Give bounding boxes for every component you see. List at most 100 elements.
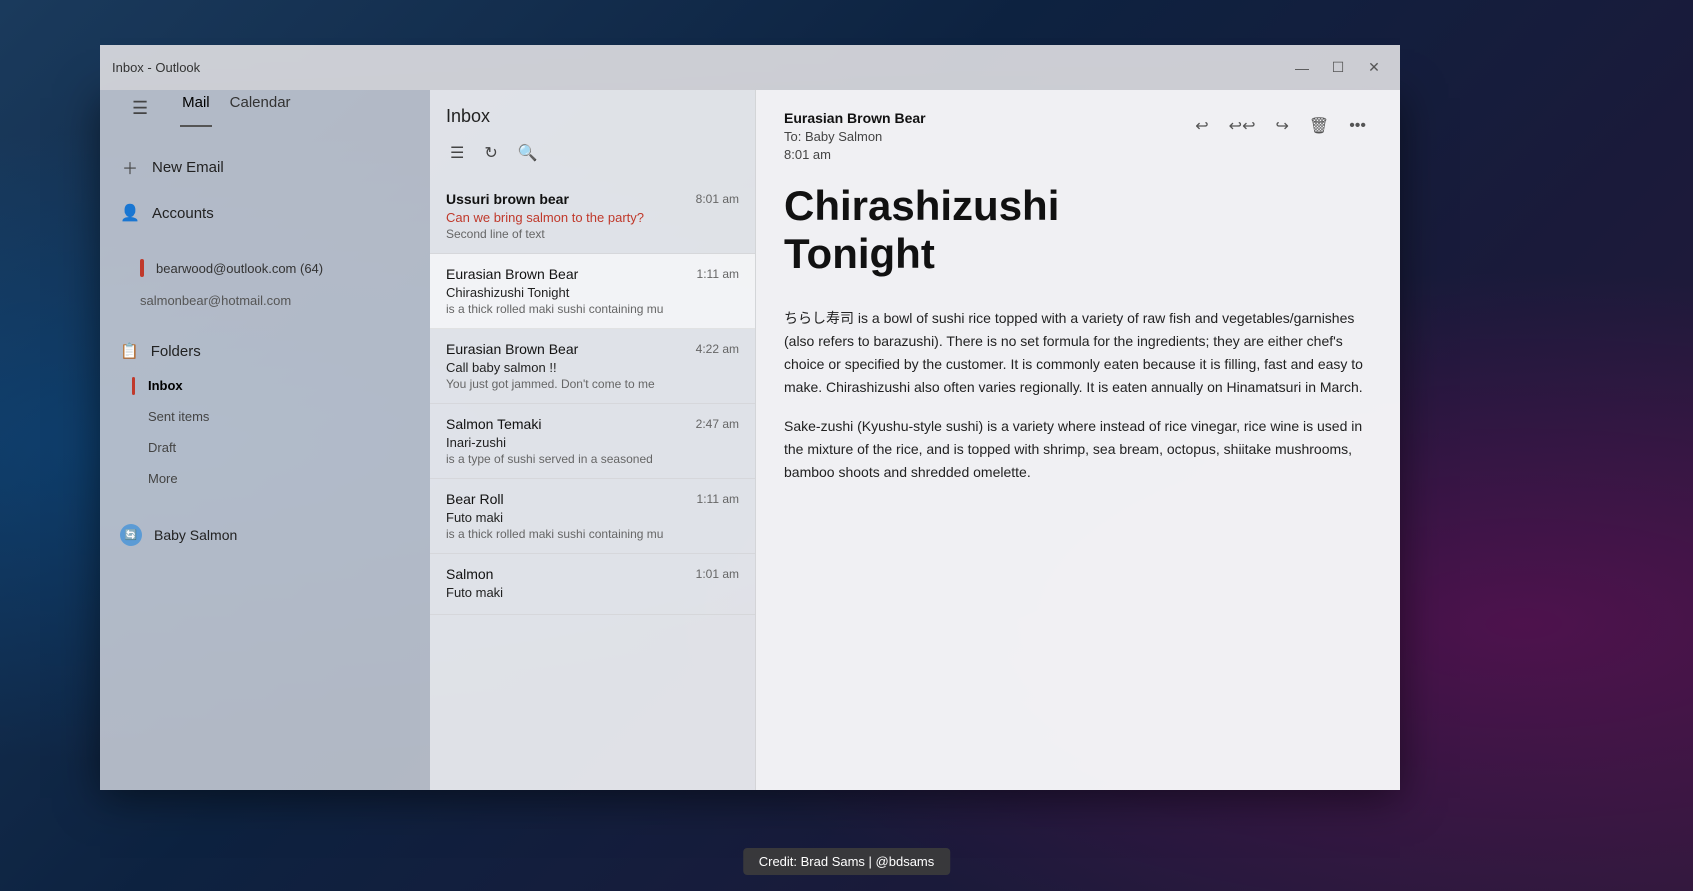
- email-item-header: Eurasian Brown Bear 4:22 am: [446, 341, 739, 357]
- email-item-header: Bear Roll 1:11 am: [446, 491, 739, 507]
- search-button[interactable]: 🔍: [514, 139, 542, 167]
- inbox-header: Inbox: [430, 90, 755, 135]
- email-time: 1:11 am: [697, 267, 739, 281]
- email-item[interactable]: Ussuri brown bear 8:01 am Can we bring s…: [430, 179, 755, 254]
- email-preview: You just got jammed. Don't come to me: [446, 377, 739, 391]
- folder-inbox-label: Inbox: [148, 378, 183, 393]
- email-sender: Eurasian Brown Bear: [446, 341, 578, 357]
- folder-inbox[interactable]: Inbox: [100, 370, 430, 401]
- email-subject: Inari-zushi: [446, 435, 739, 450]
- reading-body-paragraph2: Sake-zushi (Kyushu-style sushi) is a var…: [784, 415, 1372, 484]
- email-sender: Ussuri brown bear: [446, 191, 569, 207]
- reading-pane: Eurasian Brown Bear To: Baby Salmon 8:01…: [756, 90, 1400, 790]
- email-item[interactable]: Eurasian Brown Bear 4:22 am Call baby sa…: [430, 329, 755, 404]
- folders-header[interactable]: 📋 Folders: [100, 332, 430, 370]
- email-preview: is a type of sushi served in a seasoned: [446, 452, 739, 466]
- email-subject: Can we bring salmon to the party?: [446, 210, 739, 225]
- reading-title-line1: Chirashizushi: [784, 182, 1059, 229]
- folder-more[interactable]: More: [100, 463, 430, 494]
- email-subject: Futo maki: [446, 510, 739, 525]
- email-sender: Salmon: [446, 566, 493, 582]
- email-list-panel: Inbox ☰ ↻ 🔍 Ussuri brown bear 8:01 am Ca…: [430, 90, 756, 790]
- email-sender: Eurasian Brown Bear: [446, 266, 578, 282]
- plus-icon: ＋: [120, 155, 140, 179]
- reading-actions: ↩ ↩↩ ↪ 🗑 •••: [1189, 110, 1372, 142]
- reading-time: 8:01 am: [784, 147, 926, 162]
- accounts-section: bearwood@outlook.com (64) salmonbear@hot…: [100, 243, 430, 324]
- sidebar: ☰ Mail Calendar ＋ New Email 👤 Accounts b…: [100, 90, 430, 790]
- email-item-header: Eurasian Brown Bear 1:11 am: [446, 266, 739, 282]
- folders-label: Folders: [151, 343, 201, 360]
- reading-to: To: Baby Salmon: [784, 129, 926, 144]
- more-actions-button[interactable]: •••: [1343, 111, 1372, 141]
- email-subject: Futo maki: [446, 585, 739, 600]
- account-bearwood[interactable]: bearwood@outlook.com (64): [100, 251, 430, 285]
- reading-from: Eurasian Brown Bear: [784, 110, 926, 126]
- folder-more-label: More: [148, 471, 178, 486]
- email-preview: is a thick rolled maki sushi containing …: [446, 302, 739, 316]
- reply-button[interactable]: ↩: [1189, 110, 1214, 142]
- refresh-button[interactable]: ↻: [480, 139, 501, 167]
- email-preview: Second line of text: [446, 227, 739, 241]
- email-item-header: Ussuri brown bear 8:01 am: [446, 191, 739, 207]
- account-bearwood-email: bearwood@outlook.com (64): [156, 261, 323, 276]
- reading-title: Chirashizushi Tonight: [784, 182, 1372, 279]
- folder-sent[interactable]: Sent items: [100, 401, 430, 432]
- sidebar-actions: ＋ New Email 👤 Accounts: [100, 135, 430, 243]
- reading-title-line2: Tonight: [784, 230, 935, 277]
- folders-section: 📋 Folders Inbox Sent items Draft More: [100, 324, 430, 502]
- email-preview: is a thick rolled maki sushi containing …: [446, 527, 739, 541]
- person-icon: 👤: [120, 203, 140, 223]
- maximize-button[interactable]: ☐: [1324, 54, 1352, 82]
- email-item[interactable]: Salmon 1:01 am Futo maki: [430, 554, 755, 615]
- reading-body: ちらし寿司 is a bowl of sushi rice topped wit…: [784, 307, 1372, 501]
- list-view-button[interactable]: ☰: [446, 139, 468, 167]
- baby-salmon-avatar: 🔄: [120, 524, 142, 546]
- email-time: 4:22 am: [696, 342, 739, 356]
- accounts-label: Accounts: [152, 205, 214, 222]
- email-time: 2:47 am: [696, 417, 739, 431]
- email-subject: Call baby salmon !!: [446, 360, 739, 375]
- email-item[interactable]: Eurasian Brown Bear 1:11 am Chirashizush…: [430, 254, 755, 329]
- email-item[interactable]: Bear Roll 1:11 am Futo maki is a thick r…: [430, 479, 755, 554]
- account-indicator: [140, 259, 144, 277]
- tab-mail[interactable]: Mail: [180, 90, 212, 127]
- hamburger-menu-button[interactable]: ☰: [116, 90, 164, 127]
- email-time: 8:01 am: [696, 192, 739, 206]
- title-bar: Inbox - Outlook — ☐ ✕: [100, 45, 1400, 90]
- email-time: 1:01 am: [696, 567, 739, 581]
- baby-salmon-label: Baby Salmon: [154, 527, 237, 543]
- email-subject: Chirashizushi Tonight: [446, 285, 739, 300]
- email-list-toolbar: ☰ ↻ 🔍: [430, 135, 755, 179]
- reading-header: Eurasian Brown Bear To: Baby Salmon 8:01…: [784, 110, 1372, 162]
- folder-draft[interactable]: Draft: [100, 432, 430, 463]
- reading-body-paragraph1: ちらし寿司 is a bowl of sushi rice topped wit…: [784, 307, 1372, 399]
- folder-sent-label: Sent items: [148, 409, 209, 424]
- tab-calendar[interactable]: Calendar: [228, 90, 293, 127]
- minimize-button[interactable]: —: [1288, 54, 1316, 82]
- account-salmonbear[interactable]: salmonbear@hotmail.com: [100, 285, 430, 316]
- new-email-label: New Email: [152, 159, 224, 176]
- reply-all-button[interactable]: ↩↩: [1223, 110, 1262, 142]
- email-sender: Bear Roll: [446, 491, 504, 507]
- email-item-header: Salmon 1:01 am: [446, 566, 739, 582]
- email-item-header: Salmon Temaki 2:47 am: [446, 416, 739, 432]
- sidebar-nav: ☰ Mail Calendar: [100, 90, 430, 135]
- account-salmonbear-email: salmonbear@hotmail.com: [140, 293, 291, 308]
- email-time: 1:11 am: [697, 492, 739, 506]
- accounts-button[interactable]: 👤 Accounts: [100, 191, 430, 235]
- email-list: Ussuri brown bear 8:01 am Can we bring s…: [430, 179, 755, 790]
- sidebar-footer: 🔄 Baby Salmon: [100, 506, 430, 564]
- folder-icon: 📋: [120, 342, 139, 360]
- new-email-button[interactable]: ＋ New Email: [100, 143, 430, 191]
- window-title: Inbox - Outlook: [112, 60, 200, 75]
- close-button[interactable]: ✕: [1360, 54, 1388, 82]
- baby-salmon-item[interactable]: 🔄 Baby Salmon: [100, 514, 430, 556]
- window-controls: — ☐ ✕: [1288, 45, 1388, 90]
- forward-button[interactable]: ↪: [1269, 110, 1294, 142]
- folder-draft-label: Draft: [148, 440, 176, 455]
- delete-button[interactable]: 🗑: [1303, 110, 1335, 142]
- reading-meta: Eurasian Brown Bear To: Baby Salmon 8:01…: [784, 110, 926, 162]
- email-item[interactable]: Salmon Temaki 2:47 am Inari-zushi is a t…: [430, 404, 755, 479]
- email-sender: Salmon Temaki: [446, 416, 541, 432]
